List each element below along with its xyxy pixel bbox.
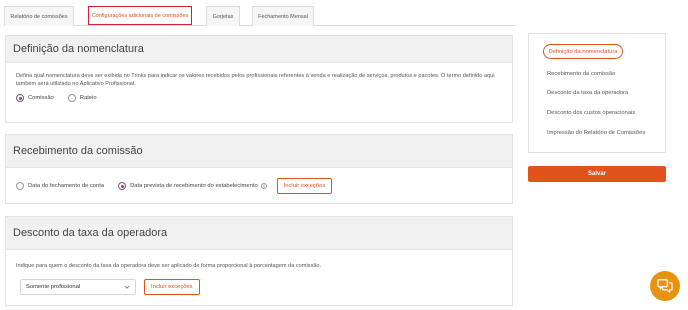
option-data-fechamento[interactable]: Data do fechamento de conta bbox=[16, 182, 104, 190]
option-comissao[interactable]: Comissão bbox=[16, 94, 54, 102]
recebimento-options: Data do fechamento de conta Data previst… bbox=[6, 168, 512, 194]
recebimento-section: Recebimento da comissão Data do fechamen… bbox=[5, 134, 513, 204]
nav-item-recebimento[interactable]: Recebimento da comissão bbox=[547, 71, 615, 77]
radio-data-fechamento[interactable] bbox=[16, 182, 24, 190]
nomenclatura-section: Definição da nomenclatura Defina qual no… bbox=[5, 35, 513, 123]
nomenclatura-description: Defina qual nomenclatura deve ser exibid… bbox=[16, 73, 495, 87]
option-comissao-label: Comissão bbox=[28, 95, 54, 101]
option-data-fechamento-label: Data do fechamento de conta bbox=[28, 183, 105, 189]
tab-bar: Relatório de comissões Configurações adi… bbox=[4, 6, 516, 26]
section-nav-panel: Definição da nomenclatura Recebimento da… bbox=[528, 33, 666, 153]
nav-item-nomenclatura[interactable]: Definição da nomenclatura bbox=[543, 44, 623, 59]
save-button[interactable]: Salvar bbox=[528, 166, 666, 182]
option-rateio-label: Rateio bbox=[79, 95, 97, 101]
desconto-section: Desconto da taxa da operadora Indique pa… bbox=[5, 216, 513, 306]
option-data-prevista[interactable]: Data prevista de recebimento do estabele… bbox=[118, 182, 267, 190]
desconto-select[interactable]: Somente profissional bbox=[20, 279, 136, 295]
radio-data-prevista[interactable] bbox=[118, 182, 127, 190]
chevron-down-icon bbox=[124, 285, 130, 289]
radio-rateio[interactable] bbox=[67, 94, 76, 102]
desconto-title: Desconto da taxa da operadora bbox=[6, 217, 512, 250]
tab-relatorio-comissoes[interactable]: Relatório de comissões bbox=[4, 6, 74, 26]
nomenclatura-title: Definição da nomenclatura bbox=[6, 36, 512, 63]
nav-item-desconto-taxa[interactable]: Desconto da taxa da operadora bbox=[547, 90, 628, 96]
radio-comissao[interactable] bbox=[16, 94, 24, 102]
option-data-prevista-label: Data prevista de recebimento do estabele… bbox=[130, 183, 258, 189]
desconto-description: Indique para quem o desconto da taxa da … bbox=[16, 263, 322, 269]
recebimento-title: Recebimento da comissão bbox=[6, 135, 512, 168]
tab-gorjetas[interactable]: Gorjetas bbox=[206, 6, 240, 26]
chat-button[interactable] bbox=[650, 271, 680, 301]
tab-fechamento-mensal[interactable]: Fechamento Mensal bbox=[252, 6, 314, 26]
desconto-select-value: Somente profissional bbox=[26, 284, 81, 290]
info-icon[interactable] bbox=[260, 183, 267, 189]
nav-item-impressao[interactable]: Impressão do Relatório de Comissões bbox=[547, 130, 645, 136]
desconto-controls: Somente profissional Incluir exceções bbox=[6, 270, 512, 295]
tab-configuracoes-adicionais[interactable]: Configurações adicionais de comissões bbox=[88, 6, 192, 25]
incluir-excecoes-recebimento-button[interactable]: Incluir exceções bbox=[276, 178, 333, 194]
nav-item-desconto-custos[interactable]: Desconto dos custos operacionais bbox=[547, 110, 635, 116]
nomenclatura-options: Comissão Rateio bbox=[6, 88, 512, 102]
incluir-excecoes-desconto-button[interactable]: Incluir exceções bbox=[144, 279, 200, 295]
chat-icon bbox=[657, 279, 673, 293]
option-rateio[interactable]: Rateio bbox=[67, 94, 97, 102]
